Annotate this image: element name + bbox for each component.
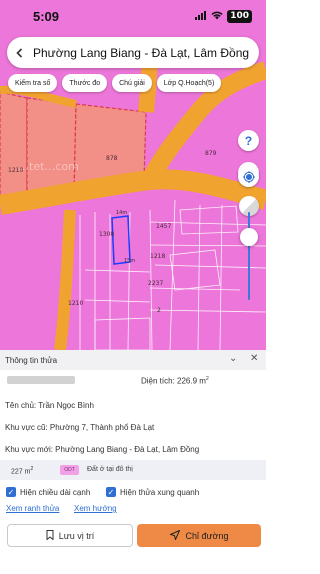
land-use-label: Đất ở tại đô thị <box>87 466 133 473</box>
land-use-summary: 227 m2 ODT Đất ở tại đô thị <box>0 460 266 480</box>
chip-ruler[interactable]: Thước đo <box>62 74 108 92</box>
watermark-text: …tet…com <box>18 160 79 173</box>
send-icon <box>168 529 181 542</box>
chip-check-number[interactable]: Kiểm tra số <box>8 74 58 92</box>
save-location-label: Lưu vị trí <box>58 530 95 541</box>
owner-row: Tên chủ: Trần Ngọc Bình <box>5 401 94 410</box>
sheet-header: Thông tin thửa ⌄ ✕ <box>0 350 266 370</box>
chip-legend[interactable]: Chú giải <box>112 74 152 92</box>
map-label: 878 <box>106 155 118 162</box>
signal-icon <box>195 9 207 23</box>
title-bar[interactable]: Phường Lang Biang - Đà Lạt, Lâm Đồng <box>7 37 259 68</box>
status-bar: 5:09 100 <box>0 0 266 32</box>
status-icons: 100 <box>195 9 252 23</box>
directions-label: Chỉ đường <box>185 530 229 541</box>
checkbox-label: Hiện thửa xung quanh <box>120 487 200 497</box>
checkbox-checked-icon: ✓ <box>6 487 16 497</box>
save-location-button[interactable]: Lưu vị trí <box>7 524 133 547</box>
svg-text:15m: 15m <box>124 258 135 264</box>
area-unit-sup: 2 <box>205 376 209 382</box>
wifi-icon <box>211 9 223 23</box>
chip-planning-layer[interactable]: Lớp Q.Hoạch(5) <box>156 74 222 92</box>
map-tool-chips: Kiểm tra số Thước đo Chú giải Lớp Q.Hoạc… <box>8 74 222 92</box>
old-area-row: Khu vực cũ: Phường 7, Thành phố Đà Lạt <box>5 423 155 432</box>
close-icon[interactable]: ✕ <box>250 353 258 364</box>
map-label: 879 <box>205 150 217 157</box>
area-row: Diện tích: 226.9 m2 <box>141 376 209 386</box>
map-label: 1210 <box>68 300 83 307</box>
clock: 5:09 <box>33 9 60 24</box>
area-value: 226.9 m <box>177 376 206 386</box>
show-neighbor-parcels-checkbox[interactable]: ✓ Hiện thửa xung quanh <box>106 487 199 497</box>
battery-indicator: 100 <box>227 9 252 23</box>
map-label: 1308 <box>99 231 114 238</box>
area-label: Diện tích: <box>141 376 175 386</box>
sheet-title: Thông tin thửa <box>5 355 58 365</box>
bookmark-icon <box>46 529 54 542</box>
locate-icon[interactable] <box>238 166 259 187</box>
summary-area: 227 m2 <box>11 466 34 476</box>
land-use-tag: ODT <box>60 465 79 475</box>
opacity-slider-knob[interactable] <box>240 228 258 246</box>
map-label: 2237 <box>148 280 163 287</box>
show-edge-length-checkbox[interactable]: ✓ Hiện chiều dài cạnh <box>6 487 90 497</box>
redacted-parcel-id <box>7 376 75 384</box>
new-area-row: Khu vực mới: Phường Lang Biang - Đà Lạt,… <box>5 445 200 454</box>
map-label: 1457 <box>156 223 171 230</box>
directions-button[interactable]: Chỉ đường <box>137 524 261 547</box>
view-boundary-link[interactable]: Xem ranh thửa <box>6 504 59 513</box>
collapse-chevron-icon[interactable]: ⌄ <box>229 353 237 364</box>
view-direction-link[interactable]: Xem hướng <box>74 504 117 513</box>
checkbox-checked-icon: ✓ <box>106 487 116 497</box>
page-title: Phường Lang Biang - Đà Lạt, Lâm Đồng <box>33 45 250 60</box>
back-arrow-icon[interactable] <box>7 37 33 68</box>
svg-text:14m: 14m <box>116 210 127 216</box>
opacity-slider-track[interactable] <box>248 212 250 300</box>
map-label: 1218 <box>150 253 165 260</box>
help-icon[interactable]: ? <box>238 130 259 151</box>
map-label: 2 <box>157 307 161 314</box>
checkbox-label: Hiện chiều dài cạnh <box>20 487 91 497</box>
